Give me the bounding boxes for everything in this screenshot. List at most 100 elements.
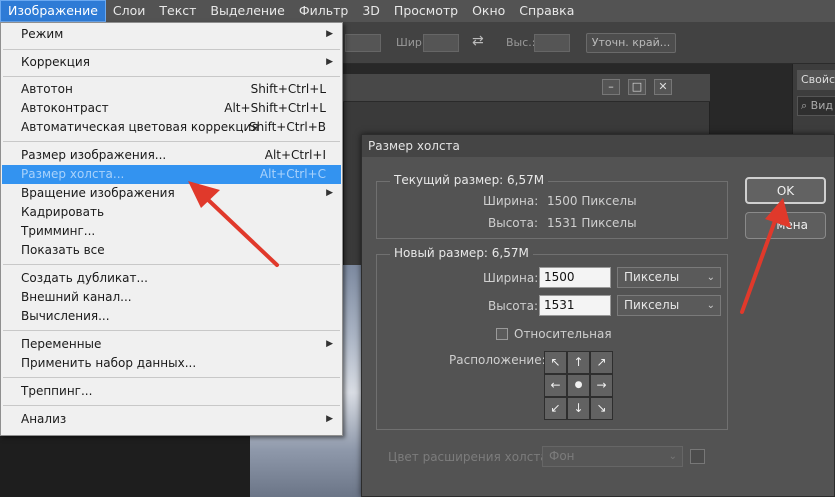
extension-color-select[interactable]: Фон ⌄ bbox=[542, 446, 683, 467]
menu-item-label: Вращение изображения bbox=[21, 186, 175, 200]
menu-item-label: Коррекция bbox=[21, 55, 90, 69]
menu-item-duplicate[interactable]: Создать дубликат... bbox=[2, 269, 341, 288]
menu-separator bbox=[3, 76, 340, 77]
menu-item-analysis[interactable]: Анализ ▶ bbox=[2, 410, 341, 429]
menu-item-auto-contrast[interactable]: Автоконтраст Alt+Shift+Ctrl+L bbox=[2, 99, 341, 118]
dialog-title[interactable]: Размер холста bbox=[362, 135, 834, 157]
anchor-top-icon[interactable]: ↑ bbox=[567, 351, 590, 374]
current-size-title: Текущий размер: 6,57M bbox=[390, 173, 549, 187]
new-height-input[interactable]: 1531 bbox=[539, 295, 611, 316]
close-icon[interactable]: ✕ bbox=[654, 79, 672, 95]
height-label: Выс.: bbox=[506, 36, 536, 49]
panel-search[interactable]: ⌕ Вид bbox=[797, 96, 835, 116]
menu-item-image-size[interactable]: Размер изображения... Alt+Ctrl+I bbox=[2, 146, 341, 165]
extension-color-swatch[interactable] bbox=[690, 449, 705, 464]
menu-item-label: Режим bbox=[21, 27, 64, 41]
relative-label[interactable]: Относительная bbox=[514, 327, 612, 341]
style-select[interactable] bbox=[345, 34, 381, 52]
maximize-icon[interactable]: □ bbox=[628, 79, 646, 95]
menu-item-variables[interactable]: Переменные ▶ bbox=[2, 335, 341, 354]
menu-item-label: Создать дубликат... bbox=[21, 271, 148, 285]
height-unit-select[interactable]: Пикселы ⌄ bbox=[617, 295, 721, 316]
chevron-down-icon: ⌄ bbox=[706, 272, 715, 283]
current-height-value: 1531 Пикселы bbox=[547, 216, 637, 230]
menu-separator bbox=[3, 330, 340, 331]
cancel-button[interactable]: мена bbox=[745, 212, 826, 239]
anchor-right-icon[interactable]: → bbox=[590, 374, 613, 397]
menu-help[interactable]: Справка bbox=[512, 0, 581, 22]
anchor-top-right-icon[interactable]: ↗ bbox=[590, 351, 613, 374]
menu-item-label: Размер изображения... bbox=[21, 148, 167, 162]
menu-item-trim[interactable]: Тримминг... bbox=[2, 222, 341, 241]
menu-item-label: Автотон bbox=[21, 82, 73, 96]
menu-item-shortcut: Shift+Ctrl+B bbox=[249, 120, 326, 134]
width-unit-value: Пикселы bbox=[624, 270, 680, 284]
submenu-arrow-icon: ▶ bbox=[326, 57, 333, 67]
new-height-label: Высота: bbox=[488, 299, 539, 313]
refine-edge-button[interactable]: Уточн. край... bbox=[586, 33, 676, 53]
width-unit-select[interactable]: Пикселы ⌄ bbox=[617, 267, 721, 288]
new-width-input[interactable]: 1500 bbox=[539, 267, 611, 288]
menu-item-label: Анализ bbox=[21, 412, 67, 426]
menu-item-label: Вычисления... bbox=[21, 309, 110, 323]
minimize-icon[interactable]: – bbox=[602, 79, 620, 95]
anchor-bottom-right-icon[interactable]: ↘ bbox=[590, 397, 613, 420]
menu-item-apply-image[interactable]: Внешний канал... bbox=[2, 288, 341, 307]
menu-view[interactable]: Просмотр bbox=[387, 0, 465, 22]
anchor-label: Расположение: bbox=[449, 353, 546, 367]
swap-icon[interactable]: ⇄ bbox=[472, 33, 484, 49]
menu-item-label: Переменные bbox=[21, 337, 102, 351]
new-width-label: Ширина: bbox=[483, 271, 539, 285]
anchor-bottom-left-icon[interactable]: ↙ bbox=[544, 397, 567, 420]
submenu-arrow-icon: ▶ bbox=[326, 339, 333, 349]
menu-image[interactable]: Изображение bbox=[0, 0, 106, 22]
menu-item-image-rotation[interactable]: Вращение изображения ▶ bbox=[2, 184, 341, 203]
menu-item-label: Применить набор данных... bbox=[21, 356, 197, 370]
menu-item-shortcut: Shift+Ctrl+L bbox=[250, 82, 326, 96]
anchor-center-icon[interactable]: ● bbox=[567, 374, 590, 397]
menu-separator bbox=[3, 141, 340, 142]
properties-tab[interactable]: Свойст bbox=[797, 70, 835, 90]
panel-search-text: Вид bbox=[810, 99, 833, 112]
height-input[interactable] bbox=[534, 34, 570, 52]
ok-button[interactable]: OK bbox=[745, 177, 826, 204]
menu-item-auto-color[interactable]: Автоматическая цветовая коррекция Shift+C… bbox=[2, 118, 341, 137]
menu-item-label: Показать все bbox=[21, 243, 105, 257]
anchor-bottom-icon[interactable]: ↓ bbox=[567, 397, 590, 420]
search-icon: ⌕ bbox=[801, 99, 808, 112]
relative-checkbox[interactable] bbox=[496, 328, 508, 340]
menu-item-canvas-size[interactable]: Размер холста... Alt+Ctrl+C bbox=[2, 165, 341, 184]
menu-item-mode[interactable]: Режим ▶ bbox=[2, 25, 341, 44]
menu-item-shortcut: Alt+Ctrl+C bbox=[259, 167, 326, 181]
submenu-arrow-icon: ▶ bbox=[326, 414, 333, 424]
chevron-down-icon: ⌄ bbox=[706, 300, 715, 311]
menu-separator bbox=[3, 377, 340, 378]
menu-item-crop[interactable]: Кадрировать bbox=[2, 203, 341, 222]
menu-item-calculations[interactable]: Вычисления... bbox=[2, 307, 341, 326]
menu-item-adjustments[interactable]: Коррекция ▶ bbox=[2, 53, 341, 72]
anchor-grid: ↖ ↑ ↗ ← ● → ↙ ↓ ↘ bbox=[544, 351, 614, 421]
menu-item-auto-tone[interactable]: Автотон Shift+Ctrl+L bbox=[2, 80, 341, 99]
menu-filter[interactable]: Фильтр bbox=[292, 0, 355, 22]
menu-separator bbox=[3, 49, 340, 50]
menu-item-label: Размер холста... bbox=[21, 167, 125, 181]
menu-window[interactable]: Окно bbox=[465, 0, 512, 22]
chevron-down-icon: ⌄ bbox=[668, 451, 677, 462]
anchor-top-left-icon[interactable]: ↖ bbox=[544, 351, 567, 374]
width-input[interactable] bbox=[423, 34, 459, 52]
menu-item-label: Автоконтраст bbox=[21, 101, 109, 115]
menu-item-trap[interactable]: Треппинг... bbox=[2, 382, 341, 401]
menu-type[interactable]: Текст bbox=[152, 0, 203, 22]
menu-item-apply-data-set[interactable]: Применить набор данных... bbox=[2, 354, 341, 373]
menu-bar: Изображение Слои Текст Выделение Фильтр … bbox=[0, 0, 835, 22]
menu-item-reveal-all[interactable]: Показать все bbox=[2, 241, 341, 260]
menu-item-shortcut: Alt+Shift+Ctrl+L bbox=[224, 101, 326, 115]
menu-separator bbox=[3, 264, 340, 265]
workspace-background bbox=[0, 430, 250, 497]
menu-layers[interactable]: Слои bbox=[106, 0, 153, 22]
document-titlebar: – □ ✕ bbox=[343, 74, 710, 102]
menu-select[interactable]: Выделение bbox=[203, 0, 291, 22]
anchor-left-icon[interactable]: ← bbox=[544, 374, 567, 397]
image-menu: Режим ▶ Коррекция ▶ Автотон Shift+Ctrl+L Ав… bbox=[0, 22, 343, 436]
menu-3d[interactable]: 3D bbox=[355, 0, 387, 22]
